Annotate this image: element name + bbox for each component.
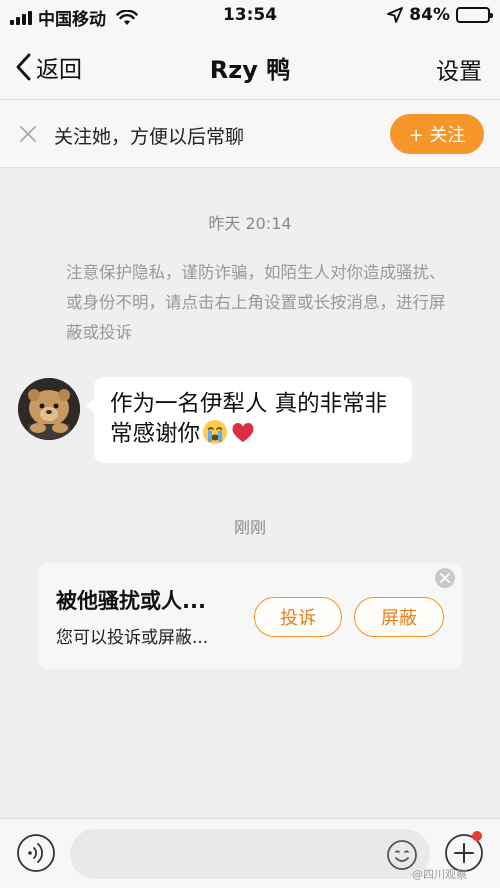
message-bubble[interactable]: 作为一名伊犁人 真的非常非常感谢你	[86, 377, 412, 463]
report-block-card: 被他骚扰或人... 您可以投诉或屏蔽... 投诉 屏蔽	[38, 563, 462, 669]
battery-percent: 84%	[409, 5, 450, 25]
close-icon[interactable]	[434, 567, 456, 589]
back-button[interactable]: 返回	[14, 50, 82, 84]
crying-face-emoji-icon	[203, 420, 228, 444]
avatar[interactable]	[18, 378, 80, 440]
follow-banner: 关注她，方便以后常聊 + 关注	[0, 100, 500, 168]
navigation-bar: 返回 Rzy 鸭 设置	[0, 32, 500, 100]
status-bar: 中国移动 13:54 84%	[0, 0, 500, 32]
safety-notice: 注意保护隐私，谨防诈骗，如陌生人对你造成骚扰、或身份不明，请点击右上角设置或长按…	[66, 263, 446, 342]
report-card-subtitle: 您可以投诉或屏蔽...	[56, 628, 209, 648]
report-button[interactable]: 投诉	[254, 597, 342, 637]
follow-prompt-text: 关注她，方便以后常聊	[54, 126, 245, 148]
message-timestamp: 刚刚	[233, 518, 266, 537]
watermark: @四川观察	[412, 868, 467, 881]
lion-cub-avatar-image	[18, 378, 80, 440]
notification-dot	[472, 831, 482, 841]
chevron-left-icon	[16, 53, 31, 81]
location-arrow-icon	[387, 7, 404, 23]
voice-input-icon[interactable]	[16, 833, 56, 873]
block-button[interactable]: 屏蔽	[354, 597, 444, 637]
message-input[interactable]	[70, 829, 430, 879]
settings-button[interactable]: 设置	[436, 52, 482, 86]
red-heart-emoji-icon	[232, 422, 254, 442]
back-label: 返回	[36, 57, 82, 83]
message-timestamp: 昨天 20:14	[208, 214, 292, 233]
report-card-title: 被他骚扰或人...	[56, 589, 206, 613]
battery-icon	[456, 7, 493, 23]
close-icon[interactable]	[16, 122, 40, 146]
follow-button[interactable]: + 关注	[390, 114, 484, 154]
